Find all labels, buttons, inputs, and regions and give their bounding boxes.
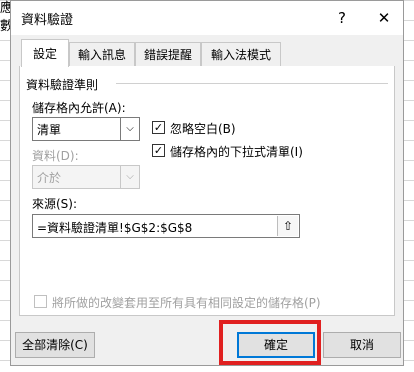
settings-panel: 資料驗證準則 儲存格內允許(A): 清單 ⌵ ✓ 忽略空白(B) ✓ 儲存格內的…: [19, 66, 395, 316]
data-validation-dialog: 資料驗證 ? ✕ 設定 輸入訊息 錯誤提醒 輸入法模式 資料驗證準則 儲存格內允…: [10, 0, 404, 366]
data-select-value: 介於: [37, 171, 62, 185]
chevron-down-icon[interactable]: ⌵: [120, 118, 139, 140]
apply-all-checkbox[interactable]: [34, 295, 47, 308]
close-icon[interactable]: ✕: [371, 6, 397, 30]
allow-label: 儲存格內允許(A):: [32, 101, 126, 115]
data-label: 資料(D):: [32, 149, 79, 163]
highlight-box: [219, 320, 321, 365]
help-button[interactable]: ?: [329, 6, 355, 30]
tab-input-message[interactable]: 輸入訊息: [69, 42, 135, 66]
ignore-blank-label: 忽略空白(B): [170, 122, 236, 136]
source-field[interactable]: =資料驗證清單!$G$2:$G$8 ⇧: [32, 214, 300, 238]
source-field-value: =資料驗證清單!$G$2:$G$8: [37, 221, 193, 235]
apply-all-label: 將所做的改變套用至所有具有相同設定的儲存格(P): [52, 296, 321, 310]
title-bar: 資料驗證 ? ✕: [11, 1, 403, 35]
allow-select[interactable]: 清單 ⌵: [32, 117, 140, 141]
tab-error-alert[interactable]: 錯誤提醒: [135, 42, 201, 66]
collapse-dialog-icon[interactable]: ⇧: [277, 216, 298, 236]
in-cell-dropdown-checkbox[interactable]: ✓: [152, 144, 165, 157]
group-divider: [116, 83, 388, 84]
allow-select-value: 清單: [37, 123, 62, 137]
clear-all-button[interactable]: 全部清除(C): [15, 332, 95, 358]
cancel-button[interactable]: 取消: [323, 332, 401, 358]
ignore-blank-checkbox[interactable]: ✓: [152, 121, 165, 134]
in-cell-dropdown-label: 儲存格內的下拉式清單(I): [170, 145, 303, 159]
dialog-title: 資料驗證: [21, 13, 74, 28]
data-select[interactable]: 介於 ⌵: [32, 165, 140, 189]
criteria-group-label: 資料驗證準則: [26, 78, 99, 92]
chevron-down-icon[interactable]: ⌵: [120, 166, 139, 188]
tab-ime-mode[interactable]: 輸入法模式: [201, 42, 281, 66]
source-label: 來源(S):: [32, 197, 78, 211]
tab-settings[interactable]: 設定: [21, 39, 69, 67]
